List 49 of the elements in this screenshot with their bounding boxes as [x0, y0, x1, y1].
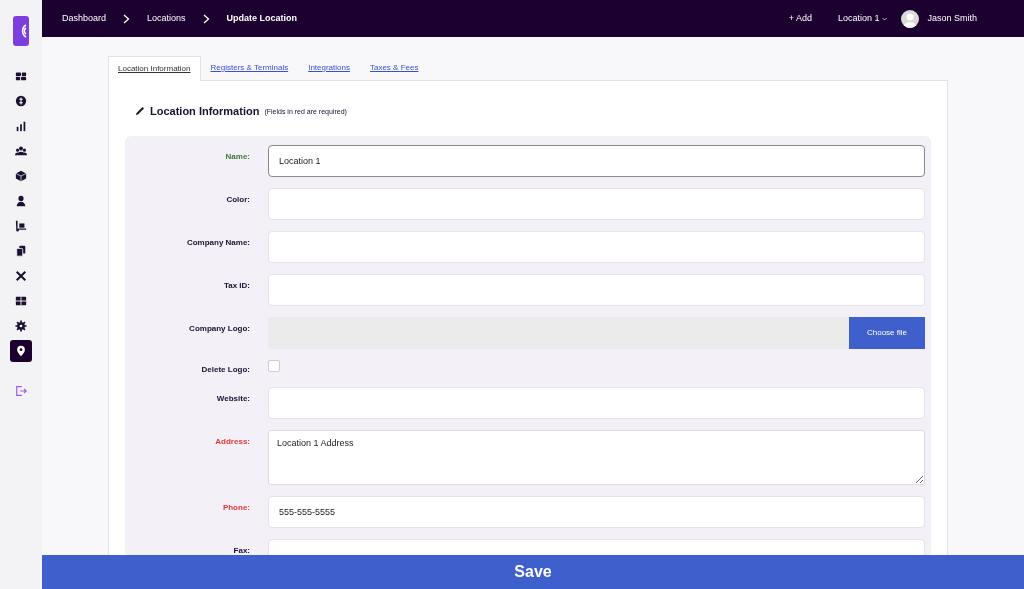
field-label: Name: [224, 150, 250, 163]
breadcrumb-current: Update Location [226, 11, 298, 25]
user-name[interactable]: Jason Smith [927, 11, 977, 26]
field-label: Color: [225, 193, 250, 206]
caret-icon [882, 16, 888, 21]
settings-icon [15, 320, 27, 332]
sidebar-item[interactable] [10, 340, 32, 362]
box-icon [15, 170, 27, 182]
chevron-right-icon [202, 13, 210, 24]
input-field[interactable]: Location 1 [268, 144, 925, 177]
breadcrumb-link[interactable]: Locations [147, 11, 186, 26]
breadcrumb-link[interactable]: Dashboard [62, 11, 107, 26]
field-label: Delete Logo: [200, 363, 250, 376]
choose-file-button[interactable]: Choose file [849, 316, 925, 349]
tab[interactable]: Registers & Terminals [200, 56, 299, 80]
dashboard-icon [15, 70, 27, 82]
bar-chart-icon [15, 120, 27, 132]
file-field[interactable]: Choose file [268, 316, 925, 349]
save-button[interactable]: Save [42, 555, 1024, 589]
input-field[interactable] [268, 187, 925, 220]
checkbox[interactable] [268, 359, 280, 372]
tab[interactable]: Integrations [298, 56, 360, 80]
user-icon [15, 195, 27, 207]
field-label: Phone: [221, 501, 250, 514]
field-label: Tax ID: [222, 279, 250, 292]
chevron-right-icon [123, 13, 131, 24]
logout-icon[interactable] [15, 385, 27, 397]
hand-truck-icon [15, 220, 27, 232]
field-label: Fax: [232, 544, 250, 555]
section-title: Location Information [150, 104, 260, 119]
input-field[interactable] [268, 273, 925, 306]
input-field[interactable] [268, 230, 925, 263]
input-field[interactable] [268, 386, 925, 419]
avatar-icon[interactable] [901, 9, 920, 28]
field-label: Company Name: [185, 236, 250, 249]
input-field[interactable]: 555-555-5555 [268, 495, 925, 528]
field-label: Address: [214, 435, 250, 448]
input-field[interactable]: Location 1 Address [268, 429, 925, 485]
pencil-icon [135, 106, 145, 117]
location-dropdown[interactable]: Location 1 [837, 11, 888, 26]
tab[interactable]: Location Information [108, 56, 201, 81]
app-logo-icon[interactable] [13, 16, 29, 46]
field-label: Website: [215, 392, 250, 405]
users-icon [15, 145, 27, 157]
documents-icon [15, 245, 27, 257]
add-link[interactable]: + Add [788, 11, 812, 26]
tab[interactable]: Taxes & Fees [359, 56, 429, 80]
field-label: Company Logo: [188, 322, 250, 335]
location-pin-icon [15, 345, 27, 357]
